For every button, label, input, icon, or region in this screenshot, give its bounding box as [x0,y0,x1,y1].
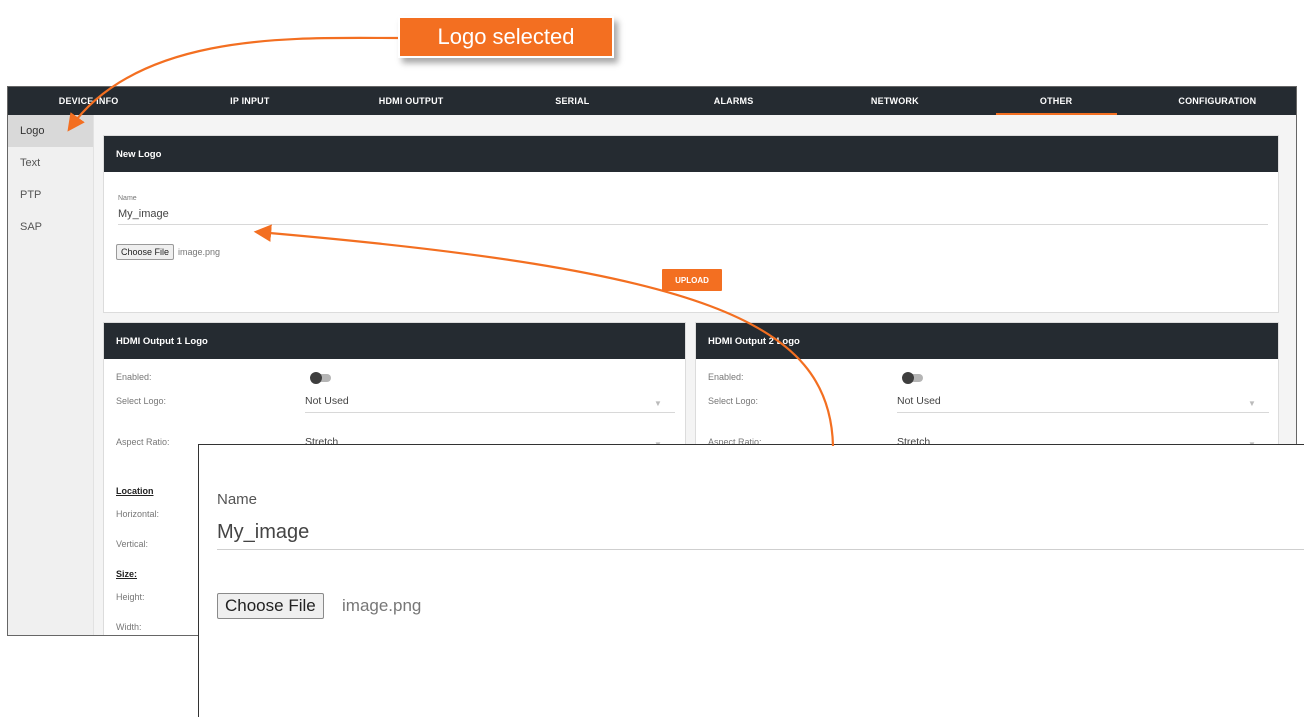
toggle-knob [902,372,914,384]
select-logo-label: Select Logo: [116,396,167,406]
zoom-detail-overlay: Name My_image Choose File image.png [198,444,1304,717]
tab-network[interactable]: NETWORK [814,87,975,115]
upload-button[interactable]: UPLOAD [662,269,722,291]
toggle-knob [310,372,322,384]
tab-configuration[interactable]: CONFIGURATION [1137,87,1296,115]
top-navigation: DEVICE INFO IP INPUT HDMI OUTPUT SERIAL … [8,87,1296,115]
tab-serial[interactable]: SERIAL [492,87,653,115]
name-field-underline [118,224,1268,225]
location-section-title: Location [116,486,154,496]
screenshot-stage: DEVICE INFO IP INPUT HDMI OUTPUT SERIAL … [0,0,1304,717]
selected-file-name: image.png [178,247,221,257]
select-logo-underline [897,412,1269,413]
select-logo-underline [305,412,675,413]
logo-selected-callout: Logo selected [398,16,614,58]
chevron-down-icon: ▼ [1248,399,1256,408]
aspect-ratio-label: Aspect Ratio: [116,437,170,447]
sidebar-item-text[interactable]: Text [8,147,93,179]
enabled-label: Enabled: [116,372,152,382]
zoom-selected-file-name: image.png [342,596,422,615]
new-logo-panel: New Logo Name My_image Choose File image… [103,135,1279,313]
new-logo-panel-title: New Logo [104,136,1278,172]
sidebar-item-logo[interactable]: Logo [8,115,93,147]
horizontal-label: Horizontal: [116,509,160,519]
select-logo-label: Select Logo: [708,396,759,406]
zoom-choose-file-button[interactable]: Choose File [217,593,324,619]
height-label: Height: [116,592,145,602]
tab-ip-input[interactable]: IP INPUT [169,87,330,115]
tab-other[interactable]: OTHER [976,87,1137,115]
zoom-name-underline [217,549,1304,550]
sidebar-item-sap[interactable]: SAP [8,211,93,243]
choose-file-button[interactable]: Choose File [116,244,175,260]
chevron-down-icon: ▼ [654,399,662,408]
sidebar: Logo Text PTP SAP [8,115,94,635]
sidebar-item-ptp[interactable]: PTP [8,179,93,211]
name-field[interactable]: My_image [118,208,169,220]
tab-device-info[interactable]: DEVICE INFO [8,87,169,115]
select-logo-dropdown[interactable]: Not Used [897,395,941,407]
tab-hdmi-output[interactable]: HDMI OUTPUT [331,87,492,115]
select-logo-dropdown[interactable]: Not Used [305,395,349,407]
enabled-toggle[interactable] [310,372,331,384]
name-field-label: Name [118,195,137,202]
vertical-label: Vertical: [116,539,149,549]
enabled-toggle[interactable] [902,372,923,384]
width-label: Width: [116,622,142,632]
zoom-name-label: Name [217,491,258,508]
zoom-name-field[interactable]: My_image [217,521,309,544]
size-section-title: Size: [116,569,138,579]
tab-alarms[interactable]: ALARMS [653,87,814,115]
enabled-label: Enabled: [708,372,744,382]
hdmi-output-1-logo-title: HDMI Output 1 Logo [104,323,685,359]
hdmi-output-2-logo-title: HDMI Output 2 Logo [696,323,1278,359]
